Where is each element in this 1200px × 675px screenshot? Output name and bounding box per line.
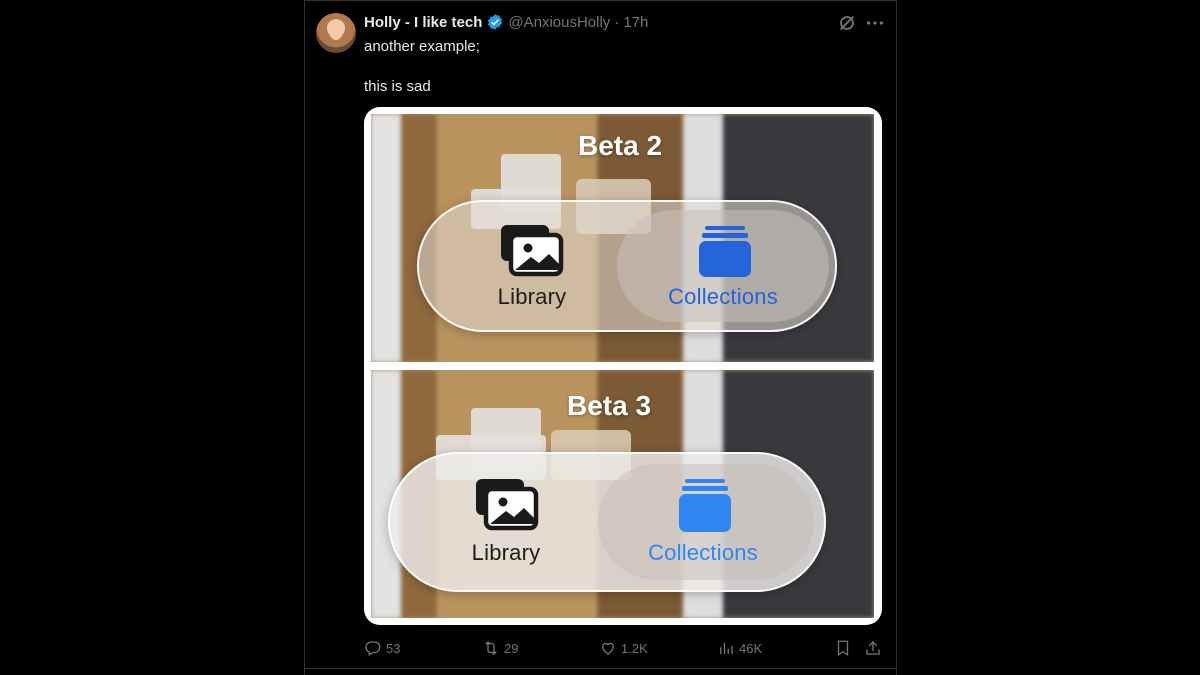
post-time[interactable]: 17h: [623, 14, 648, 31]
author-handle[interactable]: @AnxiousHolly: [508, 14, 610, 31]
share-button[interactable]: [864, 636, 882, 660]
share-icon: [866, 641, 880, 655]
reply-count: 53: [386, 640, 401, 656]
grok-icon[interactable]: [836, 12, 858, 34]
collections-icon: [679, 479, 731, 532]
comparison-panel-beta-3: Beta 3 Library Collections: [371, 370, 874, 618]
panel-title: Beta 2: [578, 130, 663, 161]
segment-label-library: Library: [497, 284, 567, 309]
like-button[interactable]: 1.2K: [599, 636, 648, 660]
like-icon: [602, 642, 614, 655]
views-count: 46K: [739, 640, 763, 656]
tweet-header: Holly - I like tech @AnxiousHolly · 17h: [364, 12, 648, 32]
bookmark-icon: [837, 640, 849, 657]
author-name[interactable]: Holly - I like tech: [364, 14, 482, 31]
avatar[interactable]: [316, 13, 356, 53]
segmented-control: Library Collections: [388, 452, 826, 592]
tweet-line-2: this is sad: [364, 78, 431, 95]
library-icon: [501, 225, 564, 277]
segment-label-library: Library: [471, 540, 541, 565]
comparison-panel-beta-2: Beta 2 Library Collections: [371, 114, 874, 362]
views-icon: [720, 642, 733, 654]
repost-icon: [485, 641, 497, 655]
segment-label-collections: Collections: [668, 284, 778, 309]
separator-dot: ·: [614, 13, 620, 31]
tweet-post: Holly - I like tech @AnxiousHolly · 17h …: [304, 0, 897, 675]
action-bar: 53 29 1.2K 46K: [364, 636, 886, 660]
segment-label-collections: Collections: [648, 540, 758, 565]
repost-count: 29: [504, 640, 519, 656]
bookmark-button[interactable]: [834, 636, 852, 660]
more-icon[interactable]: [864, 12, 886, 34]
tweet-text: another example; this is sad: [364, 37, 480, 97]
repost-button[interactable]: 29: [482, 636, 518, 660]
tweet-image[interactable]: Beta 2 Library Collections Beta 3 Librar…: [364, 107, 882, 625]
tweet-line-1: another example;: [364, 38, 480, 55]
verified-badge-icon: [488, 14, 503, 30]
reply-icon: [365, 641, 381, 656]
collections-icon: [699, 226, 751, 277]
segmented-control: Library Collections: [417, 200, 837, 332]
like-count: 1.2K: [621, 640, 648, 656]
library-icon: [476, 479, 539, 531]
reply-button[interactable]: 53: [364, 636, 400, 660]
views-button[interactable]: 46K: [717, 636, 762, 660]
panel-title: Beta 3: [567, 390, 652, 421]
